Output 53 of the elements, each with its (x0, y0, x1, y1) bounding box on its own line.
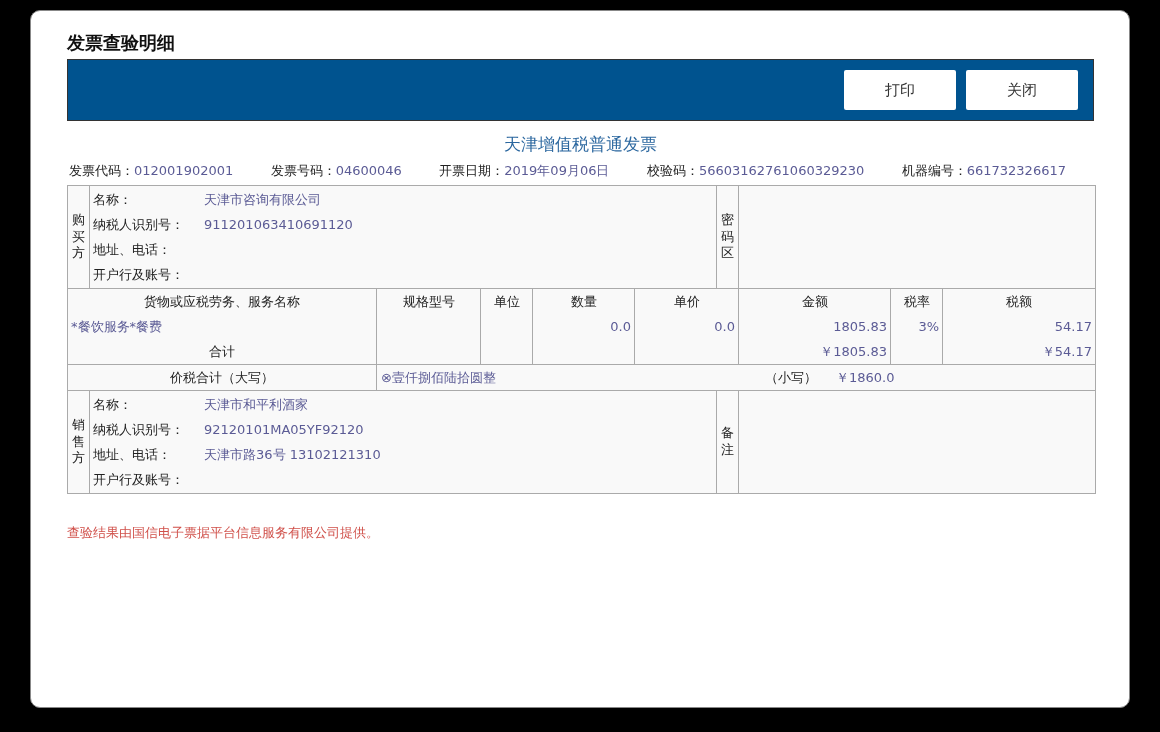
field-label: 纳税人识别号： (93, 420, 185, 439)
column-header: 单价 (673, 294, 700, 309)
table-cell: 3% (918, 319, 939, 334)
page-title: 发票查验明细 (67, 31, 176, 55)
column-header: 金额 (801, 294, 828, 309)
total-tax: ￥54.17 (1041, 344, 1093, 359)
zone-label: 备注 (721, 425, 734, 459)
toolbar-button[interactable]: 打印 (844, 70, 956, 110)
grand-total-label: 价税合计（大写） (170, 370, 274, 385)
table-cell: 1805.83 (833, 319, 887, 334)
column-header: 货物或应税劳务、服务名称 (144, 294, 300, 309)
column-header: 规格型号 (402, 294, 455, 309)
meta-label: 发票号码： (270, 163, 336, 178)
meta-label: 发票代码： (69, 163, 134, 178)
column-header: 税率 (903, 294, 930, 309)
field-label: 名称： (93, 190, 133, 209)
column-header: 单位 (493, 294, 520, 309)
table-cell: *餐饮服务*餐费 (71, 319, 162, 334)
meta-value: 04600046 (335, 163, 402, 178)
meta-value: 661732326617 (966, 163, 1066, 178)
meta-label: 校验码： (646, 163, 699, 178)
side-label: 销售方 (72, 416, 85, 468)
small-amount-label: （小写） (765, 368, 818, 387)
meta-value: 2019年09月06日 (504, 163, 610, 178)
meta-label: 开票日期： (439, 163, 505, 178)
toolbar-button[interactable]: 关闭 (966, 70, 1078, 110)
amount-in-words: ⊗壹仟捌佰陆拾圆整 (381, 368, 497, 387)
field-value: 天津市咨询有限公司 (204, 190, 322, 209)
field-value: 911201063410691120 (204, 217, 354, 232)
table-cell: 0.0 (714, 319, 735, 334)
table-cell: 54.17 (1054, 319, 1093, 334)
column-header: 税额 (1006, 294, 1032, 309)
field-label: 地址、电话： (93, 240, 172, 259)
table-cell: 0.0 (610, 319, 631, 334)
total-amount: ￥1805.83 (820, 344, 887, 359)
field-value: 天津市路36号 13102121310 (204, 445, 382, 464)
field-label: 纳税人识别号： (93, 215, 185, 234)
field-label: 开户行及账号： (93, 470, 185, 489)
field-value: 92120101MA05YF92120 (204, 422, 365, 437)
field-label: 地址、电话： (93, 445, 172, 464)
total-label: 合计 (209, 344, 235, 359)
meta-value: 012001902001 (134, 163, 234, 178)
footer-note: 查验结果由国信电子票据平台信息服务有限公司提供。 (67, 525, 379, 540)
meta-label: 机器编号： (901, 163, 967, 178)
grand-total-amount: ￥1860.0 (836, 368, 895, 387)
field-value: 天津市和平利酒家 (204, 395, 309, 414)
zone-label: 密码区 (721, 211, 734, 263)
field-label: 名称： (93, 395, 133, 414)
side-label: 购买方 (72, 211, 85, 263)
meta-value: 56603162761060329230 (698, 163, 865, 178)
column-header: 数量 (570, 294, 597, 309)
invoice-title: 天津增值税普通发票 (504, 134, 657, 154)
field-label: 开户行及账号： (93, 265, 185, 284)
